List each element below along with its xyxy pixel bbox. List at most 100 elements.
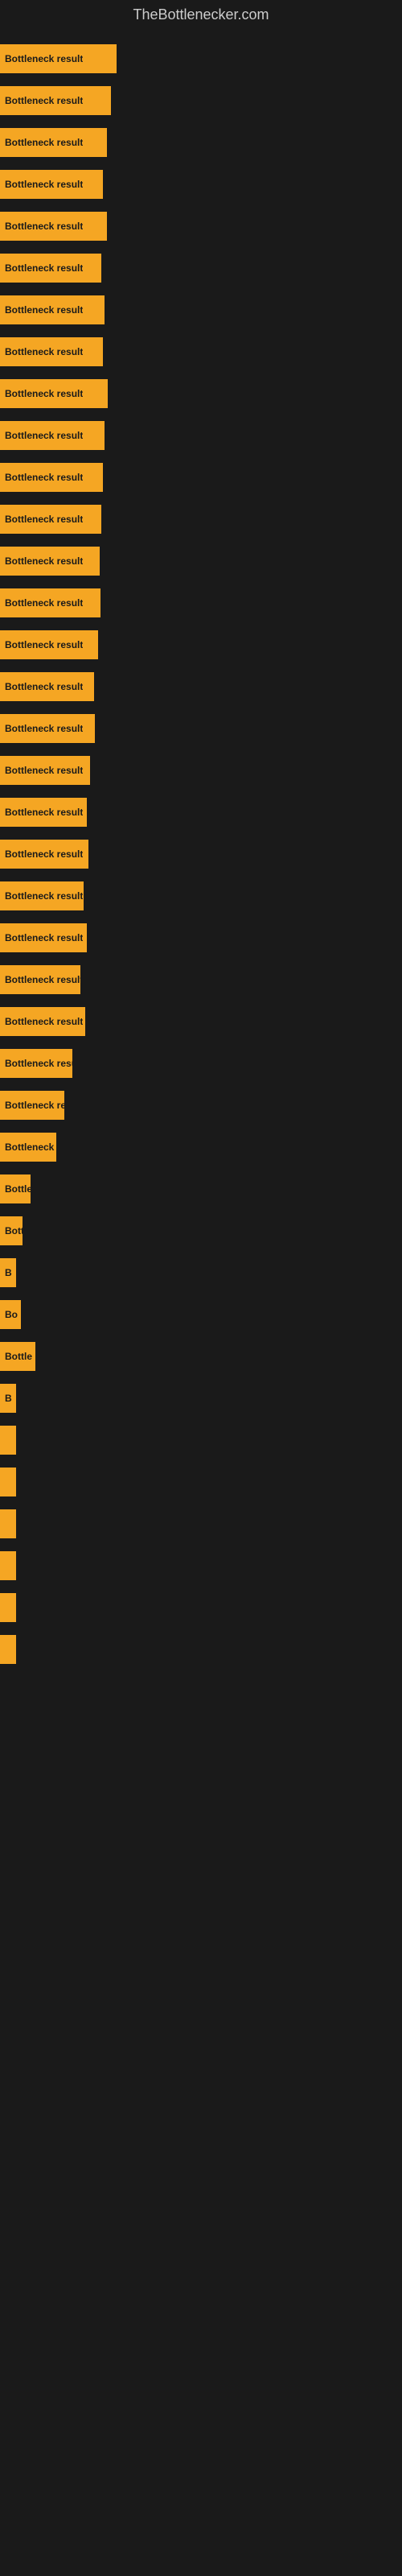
bar-row: Bottleneck result (0, 205, 402, 247)
bar-label: Bottleneck result (5, 890, 83, 902)
bar-row: Bottleneck result (0, 38, 402, 80)
bar-row: Bottleneck result (0, 540, 402, 582)
bottleneck-bar[interactable] (0, 1426, 16, 1455)
bottleneck-bar[interactable]: B (0, 1258, 16, 1287)
bar-row: Bottleneck result (0, 1084, 402, 1126)
bar-row (0, 1629, 402, 1670)
bar-label: Bottleneck result (5, 1100, 64, 1111)
bottleneck-bar[interactable]: Bottleneck result (0, 714, 95, 743)
bottleneck-bar[interactable]: Bottleneck result (0, 840, 88, 869)
bar-row: Bottleneck result (0, 1210, 402, 1252)
bar-label: Bottleneck result (5, 1141, 56, 1153)
bottleneck-bar[interactable]: Bottleneck result (0, 923, 87, 952)
bar-row (0, 1419, 402, 1461)
bottleneck-bar[interactable]: Bottleneck result (0, 1091, 64, 1120)
bottleneck-bar[interactable]: Bottleneck result (0, 672, 94, 701)
bar-label: Bottleneck result (5, 304, 83, 316)
bottleneck-bar[interactable]: Bottleneck result (0, 212, 107, 241)
bar-label: Bottleneck result (5, 1016, 83, 1027)
bottleneck-bar[interactable]: Bottleneck result (0, 1049, 72, 1078)
bottleneck-bar[interactable]: Bottleneck result (0, 965, 80, 994)
bottleneck-bar[interactable]: Bottleneck result (0, 86, 111, 115)
bar-row: Bottleneck result (0, 791, 402, 833)
bar-label: Bottleneck result (5, 807, 83, 818)
bottleneck-bar[interactable]: Bottleneck result (0, 1174, 31, 1203)
bar-row: Bottleneck result (0, 875, 402, 917)
bottleneck-bar[interactable] (0, 1635, 16, 1664)
bottleneck-bar[interactable] (0, 1468, 16, 1496)
site-title-text: TheBottlenecker.com (133, 6, 269, 23)
bottleneck-bar[interactable] (0, 1509, 16, 1538)
bar-label: Bottleneck result (5, 597, 83, 609)
bottleneck-bar[interactable] (0, 1551, 16, 1580)
bar-row (0, 1545, 402, 1587)
bottleneck-bar[interactable]: Bottleneck result (0, 170, 103, 199)
bottleneck-bar[interactable]: Bottleneck result (0, 463, 103, 492)
bottleneck-bar[interactable]: Bottleneck result (0, 630, 98, 659)
bar-row (0, 1503, 402, 1545)
bar-row (0, 1461, 402, 1503)
bar-label: Bottleneck result (5, 346, 83, 357)
bar-row: Bottleneck result (0, 80, 402, 122)
bar-row: Bottleneck result (0, 666, 402, 708)
bar-label: Bottleneck result (5, 974, 80, 985)
bottleneck-bar[interactable]: Bottleneck result (0, 1007, 85, 1036)
bar-label: Bottleneck result (5, 765, 83, 776)
bar-label: Bottleneck result (5, 221, 83, 232)
bottleneck-bar[interactable]: Bottleneck result (0, 588, 100, 617)
bar-row: Bottleneck result (0, 456, 402, 498)
bar-row: Bottleneck result (0, 582, 402, 624)
bar-label: Bottleneck result (5, 388, 83, 399)
bottleneck-bar[interactable]: Bottleneck result (0, 337, 103, 366)
bottleneck-bar[interactable] (0, 1593, 16, 1622)
bar-row: Bottleneck result (0, 959, 402, 1001)
bar-label: Bottleneck result (5, 514, 83, 525)
bar-label: Bottleneck result (5, 95, 83, 106)
bottleneck-bar[interactable]: Bottleneck result (0, 1133, 56, 1162)
bar-row: Bottleneck result (0, 624, 402, 666)
bar-label: Bottleneck result (5, 639, 83, 650)
bottleneck-bar[interactable]: B (0, 1384, 16, 1413)
bar-row: Bottleneck result (0, 1126, 402, 1168)
bar-label: B (5, 1393, 12, 1404)
bar-label: Bottleneck result (5, 1058, 72, 1069)
bottleneck-bar[interactable]: Bottleneck result (0, 421, 105, 450)
bottleneck-bar[interactable]: Bottle (0, 1342, 35, 1371)
bar-label: Bottleneck result (5, 1183, 31, 1195)
bar-row: Bottleneck result (0, 163, 402, 205)
bar-label: Bo (5, 1309, 18, 1320)
bottleneck-bar[interactable]: Bottleneck result (0, 798, 87, 827)
site-title: TheBottlenecker.com (0, 0, 402, 30)
bar-label: Bottleneck result (5, 53, 83, 64)
bottleneck-bar[interactable]: Bottleneck result (0, 1216, 23, 1245)
bar-label: Bottleneck result (5, 262, 83, 274)
bottleneck-bar[interactable]: Bottleneck result (0, 44, 117, 73)
bar-label: Bottleneck result (5, 1225, 23, 1236)
bar-label: Bottleneck result (5, 681, 83, 692)
bottleneck-bar[interactable]: Bottleneck result (0, 379, 108, 408)
bar-row: B (0, 1377, 402, 1419)
bar-row: Bottleneck result (0, 1042, 402, 1084)
bar-row: Bottleneck result (0, 122, 402, 163)
bottleneck-bar[interactable]: Bottleneck result (0, 128, 107, 157)
bar-label: Bottleneck result (5, 723, 83, 734)
bar-row: Bottleneck result (0, 415, 402, 456)
bar-row: Bottleneck result (0, 1001, 402, 1042)
bottleneck-bar[interactable]: Bottleneck result (0, 881, 84, 910)
bar-label: Bottleneck result (5, 430, 83, 441)
bottleneck-bar[interactable]: Bottleneck result (0, 254, 101, 283)
bottleneck-bar[interactable]: Bottleneck result (0, 505, 101, 534)
bottleneck-bar[interactable]: Bottleneck result (0, 756, 90, 785)
bar-row: Bottleneck result (0, 1168, 402, 1210)
bar-row: Bottleneck result (0, 749, 402, 791)
bar-row: Bottleneck result (0, 373, 402, 415)
bar-label: Bottleneck result (5, 932, 83, 943)
bottleneck-bar[interactable]: Bottleneck result (0, 547, 100, 576)
bar-row: Bo (0, 1294, 402, 1335)
bottleneck-bar[interactable]: Bo (0, 1300, 21, 1329)
bar-row: Bottleneck result (0, 917, 402, 959)
bottleneck-bar[interactable]: Bottleneck result (0, 295, 105, 324)
bar-label: Bottle (5, 1351, 32, 1362)
bars-container: Bottleneck result Bottleneck result Bottle… (0, 30, 402, 1678)
bar-label: B (5, 1267, 12, 1278)
